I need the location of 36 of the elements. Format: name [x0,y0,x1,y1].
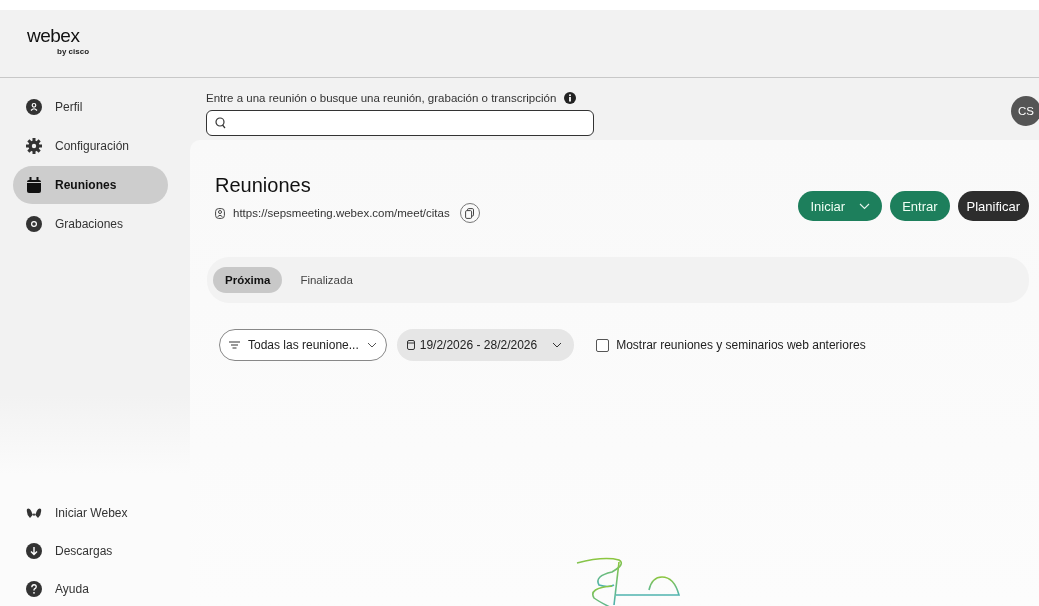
download-icon [26,542,42,559]
help-icon [26,580,42,597]
filter-icon [229,341,240,349]
chevron-down-icon [552,342,563,348]
search-icon [215,117,226,129]
calendar-icon [26,177,42,193]
webex-logo: webex by cisco [27,25,89,56]
search-field[interactable] [206,110,594,136]
schedule-button[interactable]: Planificar [957,191,1029,221]
person-icon [26,99,42,115]
date-range-dropdown[interactable]: 19/2/2026 - 28/2/2026 [396,329,575,361]
nav-item[interactable]: Configuración [13,127,168,165]
search-label: Entre a una reunión o busque una reunión, grabación o transcripción [206,92,557,104]
page-title: Reuniones [215,174,312,197]
record-icon [26,216,42,232]
nav-item[interactable]: Descargas [13,535,168,566]
start-button[interactable]: Iniciar [798,191,883,221]
chevron-down-icon [859,202,871,210]
nav-item[interactable]: Ayuda [13,573,168,604]
settings-icon [26,138,42,154]
calendar-icon [406,340,415,350]
copy-icon [465,207,475,219]
tab[interactable]: Finalizada [288,267,365,293]
nav-item[interactable]: Grabaciones [13,205,168,243]
info-icon [564,92,577,104]
chevron-down-icon [366,342,377,348]
person-icon [215,207,225,219]
nav-item[interactable]: Reuniones [13,166,168,204]
nav-item[interactable]: Perfil [13,88,168,126]
checkbox[interactable] [596,338,610,352]
user-avatar[interactable]: CS [1011,96,1039,126]
join-button[interactable]: Entrar [890,191,950,221]
tab[interactable]: Próxima [213,267,283,293]
meeting-type-dropdown[interactable]: Todas las reunione... [219,329,387,361]
checkbox-label: Mostrar reuniones y seminarios web anteriores [616,338,866,352]
nav-item[interactable]: Iniciar Webex [13,497,168,528]
